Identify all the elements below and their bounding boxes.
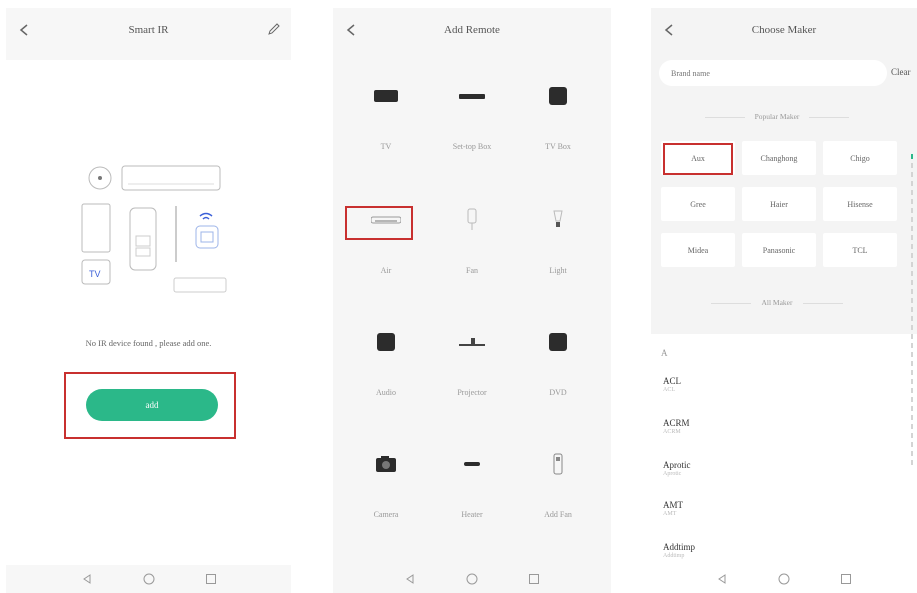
tv-box-icon [549, 87, 567, 105]
choose-maker-screen: Choose Maker Clear Popular Maker Aux Cha… [651, 8, 917, 593]
maker-chigo[interactable]: Chigo [823, 141, 897, 175]
set-top-box-icon [459, 94, 485, 99]
maker-sub: Aprotic [663, 471, 682, 477]
nav-home-icon[interactable] [143, 573, 155, 585]
device-label: Heater [461, 510, 483, 519]
air-device-highlight [345, 206, 413, 240]
maker-name: Addtimp [663, 542, 696, 552]
audio-icon [377, 333, 395, 351]
device-set-top-box[interactable]: Set-top Box [429, 60, 515, 170]
device-fan[interactable]: Fan [429, 184, 515, 294]
ir-devices-illustration-icon: TV [81, 165, 227, 293]
maker-tcl[interactable]: TCL [823, 233, 897, 267]
device-label: Air [380, 266, 392, 275]
nav-back-icon[interactable] [716, 573, 728, 585]
light-icon [553, 210, 563, 227]
projector-icon [459, 338, 485, 346]
tv-label: TV [89, 269, 101, 279]
device-label: Light [549, 266, 567, 275]
heater-icon [464, 462, 480, 466]
device-label: Set-top Box [452, 142, 492, 151]
top-bar: Add Remote [333, 8, 611, 52]
maker-list-item[interactable]: ACL ACL [663, 376, 681, 393]
maker-haier[interactable]: Haier [742, 187, 816, 221]
smart-ir-screen: Smart IR TV No IR device found , please … [6, 8, 291, 593]
maker-changhong[interactable]: Changhong [742, 141, 816, 175]
brand-search-input[interactable] [659, 60, 887, 86]
maker-sub: Addtimp [663, 553, 685, 559]
maker-sub: AMT [663, 511, 677, 517]
maker-sub: ACL [663, 387, 675, 393]
nav-back-icon[interactable] [81, 573, 93, 585]
system-nav-bar [6, 565, 291, 593]
alphabet-index-bar[interactable] [910, 154, 914, 465]
all-maker-header: All Maker [651, 298, 903, 307]
device-label: Projector [457, 388, 487, 397]
nav-recents-icon[interactable] [528, 573, 540, 585]
maker-sub: ACRM [663, 429, 681, 435]
system-nav-bar [333, 565, 611, 593]
system-nav-bar [651, 565, 917, 593]
nav-recents-icon[interactable] [840, 573, 852, 585]
device-light[interactable]: Light [515, 184, 601, 294]
top-bar: Smart IR [6, 8, 291, 52]
maker-list-item[interactable]: Aprotic Aprotic [663, 460, 691, 477]
device-label: Audio [376, 388, 396, 397]
device-audio[interactable]: Audio [343, 306, 429, 416]
all-maker-list: A ACL ACL ACRM ACRM Aprotic Aprotic AMT … [651, 334, 917, 593]
top-bar: Choose Maker [651, 8, 917, 52]
device-tv[interactable]: TV [343, 60, 429, 170]
back-arrow-icon[interactable] [343, 22, 359, 38]
dvd-icon [549, 333, 567, 351]
maker-list-item[interactable]: ACRM ACRM [663, 418, 690, 435]
device-dvd[interactable]: DVD [515, 306, 601, 416]
clear-button[interactable]: Clear [891, 67, 911, 77]
maker-list-item[interactable]: AMT AMT [663, 500, 683, 517]
page-title: Add Remote [444, 24, 500, 36]
camera-icon [376, 456, 396, 472]
add-button[interactable]: add [86, 389, 218, 421]
empty-state-message: No IR device found , please add one. [85, 338, 212, 348]
nav-home-icon[interactable] [778, 573, 790, 585]
maker-panasonic[interactable]: Panasonic [742, 233, 816, 267]
device-projector[interactable]: Projector [429, 306, 515, 416]
back-arrow-icon[interactable] [661, 22, 677, 38]
nav-recents-icon[interactable] [205, 573, 217, 585]
device-add-fan[interactable]: Add Fan [515, 428, 601, 538]
device-label: Fan [466, 266, 478, 275]
edit-icon[interactable] [267, 22, 281, 36]
nav-home-icon[interactable] [466, 573, 478, 585]
device-label: Camera [373, 510, 399, 519]
maker-name: ACL [663, 376, 681, 386]
tv-icon [374, 90, 398, 102]
nav-back-icon[interactable] [404, 573, 416, 585]
device-camera[interactable]: Camera [343, 428, 429, 538]
add-fan-icon [553, 453, 563, 475]
maker-name: AMT [663, 500, 683, 510]
add-remote-screen: Add Remote TV Set-top Box TV Box Air Fan… [333, 8, 611, 593]
aux-maker-highlight [663, 143, 733, 175]
maker-gree[interactable]: Gree [661, 187, 735, 221]
back-arrow-icon[interactable] [16, 22, 32, 38]
add-button-highlight: add [64, 372, 236, 439]
maker-name: ACRM [663, 418, 690, 428]
fan-icon [467, 208, 477, 230]
maker-midea[interactable]: Midea [661, 233, 735, 267]
popular-maker-header: Popular Maker [651, 112, 903, 121]
device-label: TV Box [545, 142, 571, 151]
letter-index-a: A [661, 348, 668, 358]
device-label: DVD [549, 388, 567, 397]
page-title: Smart IR [128, 24, 169, 36]
device-label: TV [380, 142, 392, 151]
maker-hisense[interactable]: Hisense [823, 187, 897, 221]
device-label: Add Fan [544, 510, 572, 519]
device-heater[interactable]: Heater [429, 428, 515, 538]
page-title: Choose Maker [751, 24, 817, 36]
maker-list-item[interactable]: Addtimp Addtimp [663, 542, 695, 559]
device-tv-box[interactable]: TV Box [515, 60, 601, 170]
main-content: TV No IR device found , please add one. … [6, 60, 291, 565]
maker-name: Aprotic [663, 460, 691, 470]
